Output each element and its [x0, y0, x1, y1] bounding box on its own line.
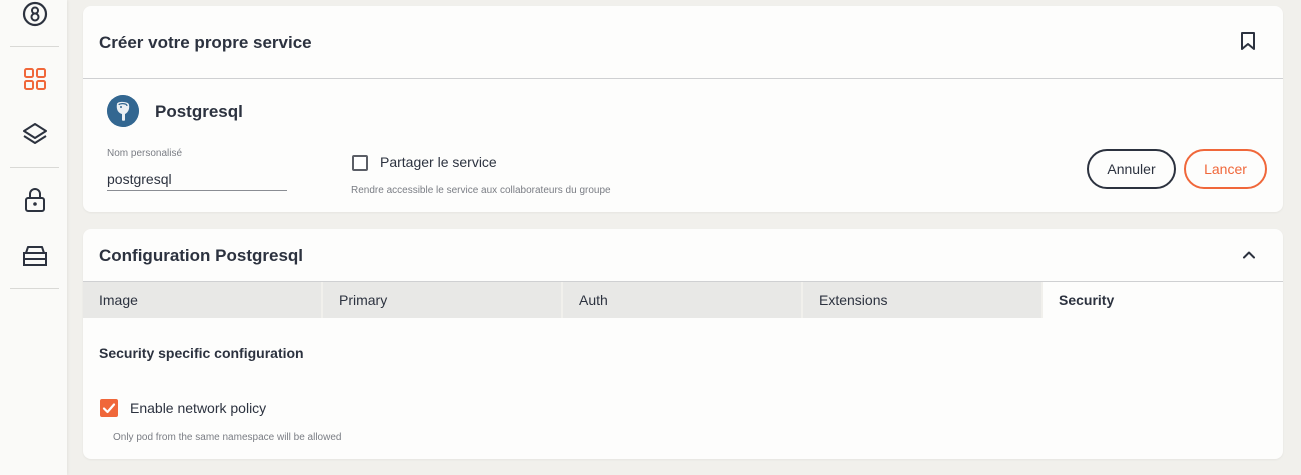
custom-name-input[interactable]	[107, 168, 287, 191]
bookmark-icon[interactable]	[1239, 31, 1257, 56]
custom-name-label: Nom personalisé	[107, 148, 183, 159]
launch-button[interactable]: Lancer	[1184, 149, 1267, 189]
sidebar	[0, 0, 67, 475]
configuration-card: Configuration Postgresql Image Primary A…	[83, 229, 1283, 459]
network-policy-label: Enable network policy	[130, 400, 267, 416]
sidebar-separator	[10, 288, 59, 289]
network-policy-help: Only pod from the same namespace will be…	[113, 432, 342, 443]
card-title: Créer votre propre service	[99, 33, 312, 52]
lock-icon[interactable]	[19, 184, 51, 216]
tab-extensions[interactable]: Extensions	[803, 282, 1043, 318]
share-service-checkbox[interactable]	[352, 155, 368, 171]
tab-auth[interactable]: Auth	[563, 282, 803, 318]
chevron-up-icon[interactable]	[1241, 247, 1257, 268]
create-service-card: Créer votre propre service Postgresql No…	[83, 6, 1283, 212]
sidebar-separator	[10, 167, 59, 168]
tab-image[interactable]: Image	[83, 282, 323, 318]
check-icon	[102, 403, 116, 414]
config-title: Configuration Postgresql	[99, 246, 303, 265]
layers-icon[interactable]	[19, 118, 51, 150]
postgresql-logo-icon	[107, 95, 139, 127]
network-policy-checkbox[interactable]	[100, 399, 118, 417]
share-service-label: Partager le service	[380, 154, 497, 170]
catalog-badge-icon[interactable]	[19, 0, 51, 30]
storage-icon[interactable]	[19, 240, 51, 272]
tab-security[interactable]: Security	[1043, 282, 1283, 318]
share-service-help: Rendre accessible le service aux collabo…	[351, 185, 611, 196]
section-title: Security specific configuration	[99, 345, 304, 361]
config-tabs: Image Primary Auth Extensions Security	[83, 282, 1283, 318]
tab-primary[interactable]: Primary	[323, 282, 563, 318]
service-name: Postgresql	[155, 102, 243, 121]
sidebar-separator	[10, 46, 59, 47]
grid-icon[interactable]	[19, 63, 51, 95]
divider	[83, 78, 1283, 79]
cancel-button[interactable]: Annuler	[1087, 149, 1176, 189]
